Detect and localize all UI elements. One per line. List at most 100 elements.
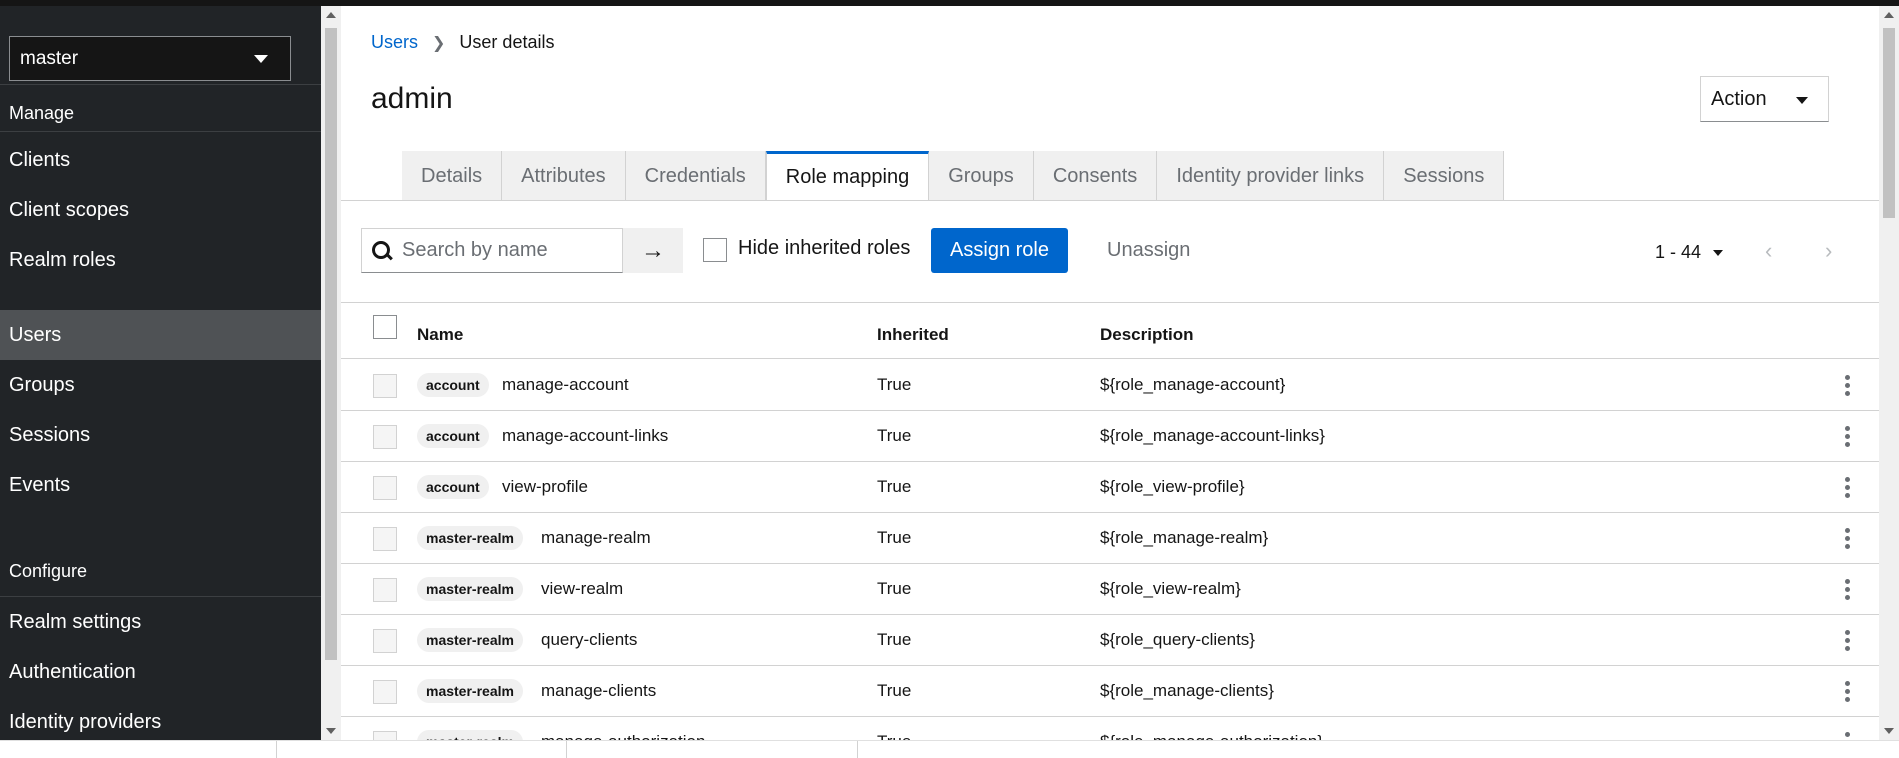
tab-details[interactable]: Details [402,151,503,201]
column-header-inherited: Inherited [877,325,949,344]
role-description: ${role_view-profile} [1100,477,1245,496]
column-header-name[interactable]: Name [417,325,463,345]
client-label: master-realm [417,628,523,652]
sidebar-item-client-scopes[interactable]: Client scopes [0,185,321,235]
role-inherited: True [877,477,912,496]
role-inherited: True [877,579,912,598]
row-checkbox[interactable] [373,629,397,653]
client-label: master-realm [417,679,523,703]
client-label: account [417,373,489,397]
role-name: manage-account [502,375,629,394]
row-checkbox[interactable] [373,527,397,551]
breadcrumb-current: User details [459,32,555,52]
tab-attributes[interactable]: Attributes [502,151,626,201]
unassign-button[interactable]: Unassign [1107,228,1190,273]
pagination-toggle[interactable]: 1 - 44 [1655,242,1724,263]
page-title: admin [371,82,453,115]
tabs-divider [341,200,1879,201]
tab-consents[interactable]: Consents [1033,151,1158,201]
kebab-menu-icon[interactable] [1845,681,1851,703]
sidebar-item-clients[interactable]: Clients [0,135,321,185]
sidebar-item-realm-settings[interactable]: Realm settings [0,597,321,647]
row-checkbox[interactable] [373,680,397,704]
sidebar-item-identity-providers[interactable]: Identity providers [0,697,321,740]
client-label: account [417,475,489,499]
next-page-icon[interactable]: › [1825,238,1832,264]
pagination-range: 1 - 44 [1655,242,1702,262]
scroll-up-icon[interactable] [326,12,336,18]
tab-identity-provider-links[interactable]: Identity provider links [1157,151,1385,201]
kebab-menu-icon[interactable] [1845,630,1851,652]
kebab-menu-icon[interactable] [1845,426,1851,448]
client-label: master-realm [417,577,523,601]
row-checkbox[interactable] [373,374,397,398]
column-header-description: Description [1100,325,1194,344]
kebab-menu-icon[interactable] [1845,477,1851,499]
previous-page-icon[interactable]: ‹ [1765,238,1772,264]
search-box [361,228,623,273]
role-inherited: True [877,375,912,394]
role-inherited: True [877,528,912,547]
role-description: ${role_manage-authorization} [1100,732,1323,740]
scroll-down-icon[interactable] [1884,728,1894,734]
scroll-down-icon[interactable] [326,728,336,734]
role-inherited: True [877,681,912,700]
row-checkbox[interactable] [373,425,397,449]
kebab-menu-icon[interactable] [1845,732,1851,740]
role-name: manage-realm [541,528,651,547]
row-checkbox[interactable] [373,476,397,500]
client-label: account [417,424,489,448]
realm-selector-value: master [20,47,79,69]
sidebar-item-groups[interactable]: Groups [0,360,321,410]
scrollbar-thumb[interactable] [325,28,337,660]
sidebar-section-configure: Configure [9,561,88,581]
realm-selector[interactable]: master [9,36,291,81]
row-checkbox[interactable] [373,578,397,602]
scroll-up-icon[interactable] [1884,12,1894,18]
tab-credentials[interactable]: Credentials [625,151,766,201]
action-dropdown[interactable]: Action [1700,76,1829,122]
role-description: ${role_manage-account} [1100,375,1286,394]
tab-role-mapping[interactable]: Role mapping [765,151,930,201]
hide-inherited-checkbox[interactable] [703,238,727,262]
table-header: Name Inherited Description [341,303,1879,359]
select-all-checkbox[interactable] [373,315,397,339]
sidebar-item-sessions[interactable]: Sessions [0,410,321,460]
arrow-right-icon: → [641,236,665,264]
sidebar-item-authentication[interactable]: Authentication [0,647,321,697]
action-dropdown-label: Action [1711,87,1767,110]
table-row: account view-profile True ${role_view-pr… [341,462,1879,513]
sidebar-item-events[interactable]: Events [0,460,321,510]
hide-inherited-label[interactable]: Hide inherited roles [738,237,910,260]
kebab-menu-icon[interactable] [1845,375,1851,397]
search-input[interactable] [402,239,612,262]
sidebar-item-users[interactable]: Users [0,310,321,360]
role-description: ${role_manage-realm} [1100,528,1269,547]
role-name: query-clients [541,630,638,649]
sidebar-divider [0,84,321,85]
client-label: master-realm [417,526,523,550]
chevron-right-icon: ❯ [432,34,446,52]
page-scrollbar[interactable] [1879,6,1899,740]
kebab-menu-icon[interactable] [1845,528,1851,550]
role-inherited: True [877,732,911,740]
sidebar-scrollbar[interactable] [321,6,341,740]
tab-groups[interactable]: Groups [929,151,1034,201]
search-submit-button[interactable]: → [623,228,683,273]
row-checkbox[interactable] [373,731,397,740]
role-description: ${role_query-clients} [1100,630,1255,649]
role-name: manage-authorization [541,732,705,740]
sidebar-item-realm-roles[interactable]: Realm roles [0,235,321,285]
bottom-strip [0,740,1899,758]
table-row: master-realm manage-realm True ${role_ma… [341,513,1879,564]
scrollbar-thumb[interactable] [1883,28,1895,218]
sidebar-section-manage: Manage [9,103,75,123]
caret-down-icon [254,55,268,63]
kebab-menu-icon[interactable] [1845,579,1851,601]
table-row: account manage-account True ${role_manag… [341,360,1879,411]
tab-sessions[interactable]: Sessions [1384,151,1505,201]
assign-role-button[interactable]: Assign role [931,228,1068,273]
role-name: manage-clients [541,681,657,700]
breadcrumb-users-link[interactable]: Users [371,32,418,53]
role-description: ${role_manage-account-links} [1100,426,1325,445]
